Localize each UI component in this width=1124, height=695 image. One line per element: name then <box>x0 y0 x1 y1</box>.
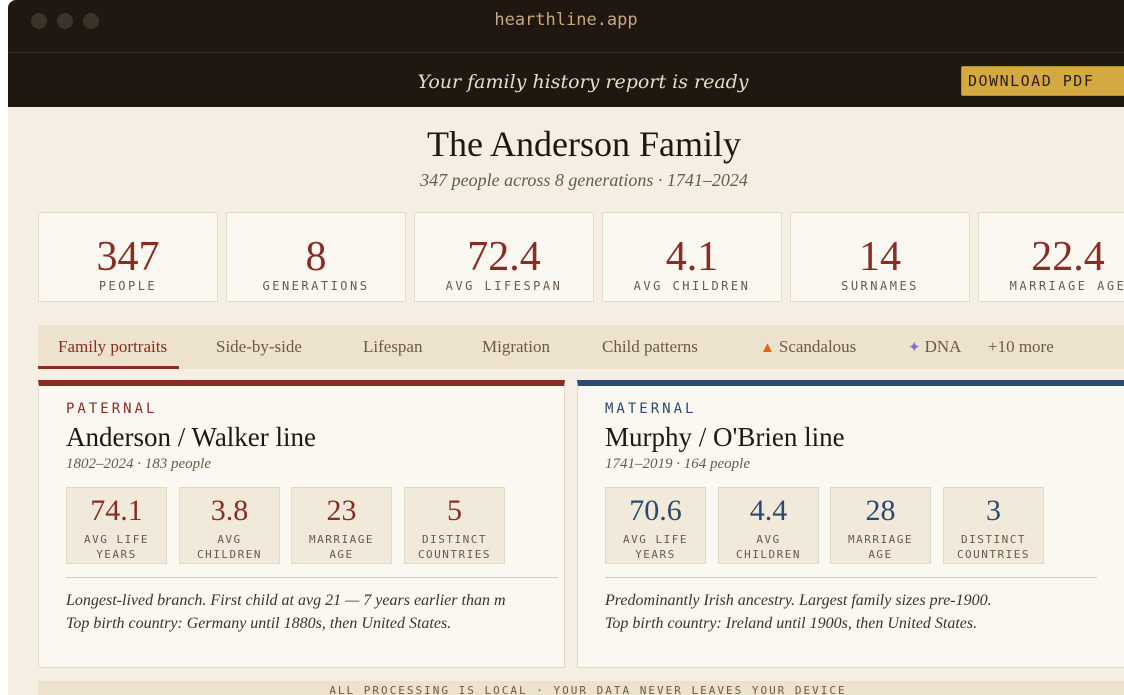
stat-card-people: 347 PEOPLE <box>38 212 218 302</box>
mini-stat-value: 3.8 <box>210 494 249 527</box>
stat-value: 14 <box>859 234 901 280</box>
mini-stat-avg-children: 4.4 AVG CHILDREN <box>718 487 819 564</box>
mini-stat-label: AVG CHILDREN <box>736 533 801 561</box>
panel-title: Anderson / Walker line <box>66 422 317 452</box>
stat-label: MARRIAGE AGE <box>1009 279 1124 293</box>
fire-icon: ▲ <box>760 340 775 356</box>
privacy-footer: ALL PROCESSING IS LOCAL · YOUR DATA NEVE… <box>38 681 1124 695</box>
stat-label: GENERATIONS <box>262 279 370 293</box>
tab-label: Child patterns <box>602 337 698 356</box>
mini-stat-avg-life: 74.1 AVG LIFE YEARS <box>66 487 167 564</box>
stat-label: PEOPLE <box>98 279 158 293</box>
tab-child-patterns[interactable]: Child patterns <box>602 325 698 369</box>
stat-value: 347 <box>96 234 160 280</box>
url-text: hearthline.app <box>494 10 638 30</box>
tab-label: Scandalous <box>778 337 857 356</box>
stat-value: 72.4 <box>467 234 541 280</box>
mini-stat-label: AVG LIFE YEARS <box>623 533 688 561</box>
title-bar: hearthline.app <box>8 0 1124 52</box>
mini-stat-marriage-age: 28 MARRIAGE AGE <box>830 487 931 564</box>
stat-card-marriage-age: 22.4 MARRIAGE AGE <box>978 212 1124 302</box>
tab-label: DNA <box>924 337 962 356</box>
stat-value: 8 <box>305 234 327 280</box>
panel-note: Top birth country: Germany until 1880s, … <box>66 615 452 632</box>
page-title: The Anderson Family <box>427 124 741 164</box>
page-subtitle: 347 people across 8 generations · 1741–2… <box>420 170 748 190</box>
mini-stat-label: DISTINCT COUNTRIES <box>417 533 492 561</box>
dna-icon: ✦ <box>908 340 921 356</box>
mini-stat-value: 5 <box>447 494 462 527</box>
mini-stat-label: DISTINCT COUNTRIES <box>956 533 1031 561</box>
tab-dna[interactable]: ✦ DNA <box>908 325 961 369</box>
tab-family-portraits[interactable]: Family portraits <box>38 325 180 369</box>
banner-message: Your family history report is ready <box>417 71 749 93</box>
mini-stat-label: MARRIAGE AGE <box>848 533 913 561</box>
report-tabs: Family portraits Side-by-side Lifespan M… <box>38 325 1124 369</box>
mini-stat-label: AVG LIFE YEARS <box>84 533 149 561</box>
stat-label: AVG LIFESPAN <box>445 279 563 293</box>
stat-card-surnames: 14 SURNAMES <box>790 212 970 302</box>
panel-note: Top birth country: Ireland until 1900s, … <box>605 615 978 632</box>
tab-more[interactable]: +10 more <box>988 325 1054 369</box>
tab-migration[interactable]: Migration <box>482 325 550 369</box>
mini-stat-label: MARRIAGE AGE <box>309 533 374 561</box>
mini-stat-marriage-age: 23 MARRIAGE AGE <box>291 487 392 564</box>
maternal-line-panel: MATERNAL Murphy / O'Brien line 1741–2019… <box>577 380 1124 668</box>
tab-label: Side-by-side <box>216 337 302 356</box>
panel-subtitle: 1802–2024 · 183 people <box>66 456 211 472</box>
download-pdf-button[interactable]: DOWNLOAD PDF <box>961 66 1124 96</box>
tab-label: Family portraits <box>58 337 168 356</box>
panel-divider <box>605 577 1097 578</box>
stat-label: AVG CHILDREN <box>633 279 751 293</box>
tab-label: +10 more <box>988 337 1054 356</box>
stat-label: SURNAMES <box>841 279 919 293</box>
tab-side-by-side[interactable]: Side-by-side <box>216 325 302 369</box>
panel-note: Longest-lived branch. First child at avg… <box>66 592 506 609</box>
stat-value: 4.1 <box>665 234 719 280</box>
mini-stat-value: 4.4 <box>749 494 788 527</box>
mini-stat-avg-children: 3.8 AVG CHILDREN <box>179 487 280 564</box>
mini-stat-countries: 5 DISTINCT COUNTRIES <box>404 487 505 564</box>
panel-subtitle: 1741–2019 · 164 people <box>605 456 750 472</box>
mini-stat-value: 70.6 <box>629 494 682 527</box>
stat-value: 22.4 <box>1031 234 1105 280</box>
panel-kicker: PATERNAL <box>66 401 158 417</box>
report-ready-banner: Your family history report is ready DOWN… <box>8 52 1124 107</box>
tab-label: Migration <box>482 337 550 356</box>
panel-note: Predominantly Irish ancestry. Largest fa… <box>605 592 992 609</box>
app-window: hearthline.app Your family history repor… <box>8 0 1124 695</box>
tab-lifespan[interactable]: Lifespan <box>363 325 422 369</box>
panel-title: Murphy / O'Brien line <box>605 422 845 452</box>
mini-stat-countries: 3 DISTINCT COUNTRIES <box>943 487 1044 564</box>
stat-card-avg-lifespan: 72.4 AVG LIFESPAN <box>414 212 594 302</box>
mini-stat-label: AVG CHILDREN <box>197 533 262 561</box>
mini-stat-value: 28 <box>865 494 896 527</box>
mini-stat-value: 74.1 <box>90 494 143 527</box>
panel-kicker: MATERNAL <box>605 401 697 417</box>
paternal-line-panel: PATERNAL Anderson / Walker line 1802–202… <box>38 380 565 668</box>
mini-stat-avg-life: 70.6 AVG LIFE YEARS <box>605 487 706 564</box>
stat-card-avg-children: 4.1 AVG CHILDREN <box>602 212 782 302</box>
mini-stat-value: 3 <box>986 494 1001 527</box>
tab-label: Lifespan <box>363 337 423 356</box>
footer-text: ALL PROCESSING IS LOCAL · YOUR DATA NEVE… <box>329 684 847 695</box>
mini-stat-value: 23 <box>326 494 357 527</box>
tab-scandalous[interactable]: ▲ Scandalous <box>760 325 856 369</box>
panel-divider <box>66 577 558 578</box>
stat-card-generations: 8 GENERATIONS <box>226 212 406 302</box>
